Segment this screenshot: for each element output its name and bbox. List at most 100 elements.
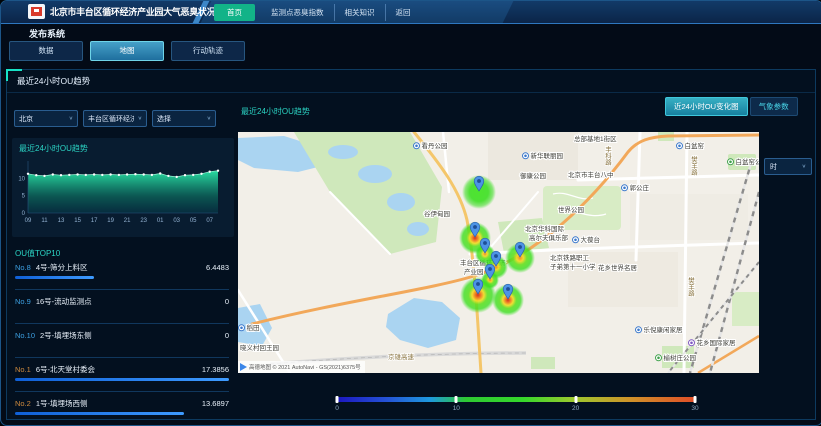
colorbar-tick (574, 396, 577, 403)
tab-2[interactable]: 地图 (90, 41, 164, 61)
tab-1[interactable]: 数据 (9, 41, 83, 61)
svg-text:21: 21 (124, 218, 131, 224)
svg-text:17: 17 (91, 218, 98, 224)
map-poi: 乐倪康闲家居 (636, 325, 684, 334)
trend-chart-card: 最近24小时OU趋势 0510091113151719212301030507 (12, 138, 234, 237)
ou-value: 6.4483 (206, 263, 229, 272)
top-list-item[interactable]: No.1 6号-北天堂村委会17.3856 (15, 363, 229, 392)
top-list-item[interactable]: No.21号-填埋场西侧13.6897 (15, 397, 229, 426)
svg-text:03: 03 (173, 218, 180, 224)
svg-text:5: 5 (22, 194, 26, 200)
header-bar: 北京市丰台区循环经济产业园大气恶臭状况实时 首页监测点恶臭指数相关知识返回 (1, 1, 821, 24)
chevron-down-icon: ∨ (207, 116, 211, 122)
main-panel: 最近24小时OU趋势 北京 ∨ 丰台区循环经济产 ∨ 选择 ∨ 最近24小时OU… (6, 69, 816, 420)
svg-text:看丹公园: 看丹公园 (422, 142, 448, 150)
svg-text:新华联丽园: 新华联丽园 (531, 151, 564, 160)
map-label: 子弟第十一小学 (550, 262, 596, 271)
svg-text:11: 11 (41, 218, 48, 224)
panel-title: 最近24小时OU趋势 (17, 76, 90, 86)
svg-text:大葆台: 大葆台 (581, 235, 601, 244)
svg-text:京雄高速: 京雄高速 (388, 352, 415, 361)
trend-chart-title: 最近24小时OU趋势 (12, 138, 234, 154)
map-attribution-text: 高德地图 © 2021 AutoNavi - GS(2021)6375号 (249, 363, 361, 371)
map-poi: 花乡国际家居 (689, 338, 737, 347)
svg-text:高尔夫俱乐部: 高尔夫俱乐部 (529, 233, 569, 242)
svg-text:郭公庄: 郭公庄 (630, 183, 650, 192)
ou-value: 0 (225, 331, 229, 340)
map-button-2[interactable]: 气象参数 (750, 97, 798, 116)
svg-text:15: 15 (74, 218, 81, 224)
station-name: 2号-填埋场东侧 (40, 330, 225, 341)
station-select[interactable]: 选择 ∨ (152, 110, 216, 127)
map-label: 花乡世界名居 (598, 263, 638, 272)
rank-label: No.10 (15, 331, 35, 340)
park-select[interactable]: 丰台区循环经济产 ∨ (83, 110, 147, 127)
colorbar-tick (336, 396, 339, 403)
station-name: 4号-筛分上料区 (36, 262, 206, 273)
svg-text:北京市丰台八中: 北京市丰台八中 (568, 170, 614, 179)
colorbar-label: 30 (691, 405, 698, 412)
top-list-item[interactable]: No.10 2号-填埋场东侧0 (15, 329, 229, 358)
top-list-item[interactable]: No.8 4号-筛分上料区6.4483 (15, 261, 229, 290)
chevron-down-icon: ∨ (69, 116, 73, 122)
rank-label: No.2 (15, 399, 31, 408)
nav-item-1[interactable]: 首页 (214, 4, 255, 21)
filter-bar: 北京 ∨ 丰台区循环经济产 ∨ 选择 ∨ (14, 110, 216, 127)
nav-item-2[interactable]: 监测点恶臭指数 (261, 4, 334, 21)
panel-header: 最近24小时OU趋势 (7, 70, 815, 93)
colorbar-tick (455, 396, 458, 403)
app-title: 北京市丰台区循环经济产业园大气恶臭状况实时 (50, 1, 233, 23)
period-select[interactable]: 时 ∨ (764, 158, 812, 175)
map-canvas[interactable]: 看丹公园总部基地1街区新华联丽园御康公园北京市丰台八中世界公园白盆窑白盆窑公园郭… (238, 132, 759, 373)
ou-value: 13.6897 (202, 399, 229, 408)
nav-item-4[interactable]: 返回 (385, 4, 421, 21)
main-nav: 首页监测点恶臭指数相关知识返回 (214, 1, 421, 23)
map-poi: 稻田 (239, 323, 260, 332)
ou-value: 17.3856 (202, 365, 229, 374)
rank-label: No.9 (15, 297, 31, 306)
value-bar (15, 378, 229, 381)
ou-value: 0 (225, 297, 229, 306)
map-button-1[interactable]: 近24小时OU变化图 (665, 97, 748, 116)
map-label: 北京市丰台八中 (568, 170, 614, 179)
view-tabs: 数据地图行动轨迹 (9, 41, 245, 61)
map-attribution: 高德地图 © 2021 AutoNavi - GS(2021)6375号 (238, 361, 365, 373)
system-label: 发布系统 (29, 27, 65, 40)
map-toggle-buttons: 近24小时OU变化图气象参数 (665, 97, 798, 116)
svg-text:01: 01 (157, 218, 164, 224)
svg-text:晓义村回王园: 晓义村回王园 (240, 343, 279, 352)
map-section-title: 最近24小时OU趋势 (241, 106, 310, 117)
map-label: 北京华科国际 (525, 224, 565, 233)
colorbar-gradient (337, 397, 695, 402)
heat-colorbar: 0102030 (337, 397, 695, 415)
station-name: 16号-流动监测点 (36, 296, 225, 307)
value-bar (15, 276, 94, 279)
station-name: 6号-北天堂村委会 (36, 364, 202, 375)
nav-item-3[interactable]: 相关知识 (334, 4, 385, 21)
svg-text:北京铁路职工: 北京铁路职工 (550, 253, 590, 262)
svg-text:白盆窑公园: 白盆窑公园 (736, 157, 760, 166)
svg-text:御康公园: 御康公园 (520, 171, 546, 180)
top-list-item[interactable]: No.9 16号-流动监测点0 (15, 295, 229, 324)
svg-text:10: 10 (18, 176, 25, 182)
svg-text:子弟第十一小学: 子弟第十一小学 (550, 262, 596, 271)
colorbar-tick (694, 396, 697, 403)
rank-label: No.8 (15, 263, 31, 272)
heat-map: 看丹公园总部基地1街区新华联丽园御康公园北京市丰台八中世界公园白盆窑白盆窑公园郭… (238, 132, 759, 373)
colorbar-label: 0 (335, 405, 339, 412)
svg-text:稻田: 稻田 (247, 323, 260, 332)
map-label: 产业园 (464, 267, 484, 276)
trend-chart: 0510091113151719212301030507 (12, 155, 226, 229)
svg-text:07: 07 (206, 218, 213, 224)
map-label: 谷伊甸园 (424, 209, 450, 218)
map-label: 御康公园 (520, 171, 546, 180)
svg-text:榆树庄公园: 榆树庄公园 (664, 353, 697, 362)
svg-text:白盆窑: 白盆窑 (685, 141, 705, 150)
top-list: No.84号-筛分上料区6.4483No.916号-流动监测点0No.102号-… (15, 256, 229, 426)
tab-3[interactable]: 行动轨迹 (171, 41, 245, 61)
svg-text:总部基地1街区: 总部基地1街区 (574, 134, 617, 143)
colorbar-label: 20 (572, 405, 579, 412)
rank-label: No.1 (15, 365, 31, 374)
map-label: 北京铁路职工 (550, 253, 590, 262)
region-select[interactable]: 北京 ∨ (14, 110, 78, 127)
